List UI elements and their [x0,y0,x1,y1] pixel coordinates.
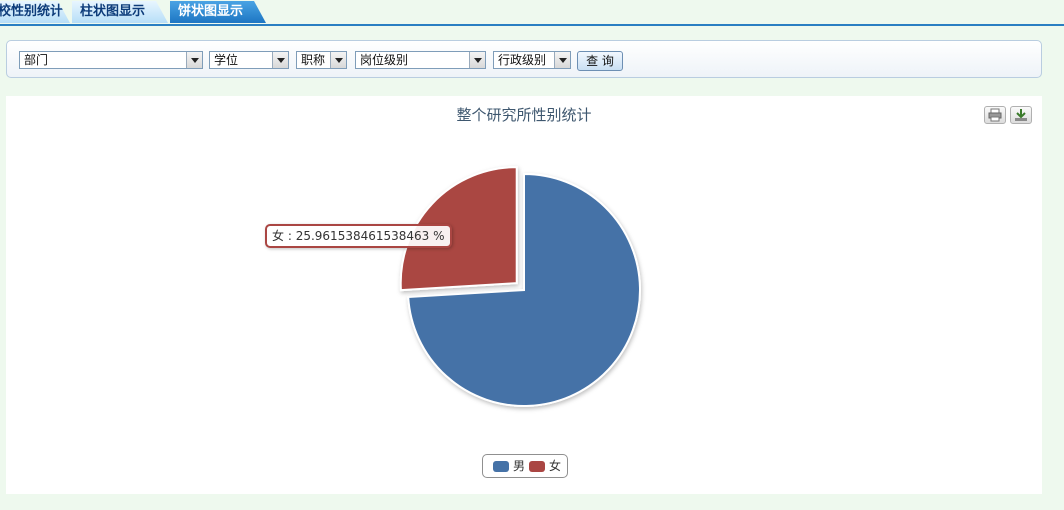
department-select[interactable]: 部门 [19,51,203,69]
tooltip-label: 女 [272,229,285,243]
tooltip-value: 25.961538461538463 % [295,229,445,243]
chevron-down-icon[interactable] [469,52,485,68]
pie-chart [399,166,641,407]
chart-panel: 整个研究所性别统计 女 : 25.961538461538463 % 男 女 [6,96,1042,494]
post-level-select[interactable]: 岗位级别 [355,51,486,69]
legend-swatch-male [493,461,509,472]
chevron-down-icon[interactable] [554,52,570,68]
degree-select[interactable]: 学位 [209,51,289,69]
tab-bar-chart[interactable]: 柱状图显示 [72,1,168,23]
tab-gender-stats[interactable]: 校性别统计 [0,1,70,23]
admin-level-select[interactable]: 行政级别 [493,51,571,69]
legend-item-female[interactable]: 女 [529,459,563,473]
tab-bar: 校性别统计 柱状图显示 饼状图显示 [0,0,1064,26]
admin-level-select-value: 行政级别 [498,53,547,67]
legend-swatch-female [529,461,545,472]
tooltip-separator: : [287,229,296,243]
tab-pie-chart[interactable]: 饼状图显示 [170,1,266,23]
legend-item-male[interactable]: 男 [493,459,527,473]
post-level-select-value: 岗位级别 [360,53,409,67]
title-select[interactable]: 职称 [296,51,347,69]
chevron-down-icon[interactable] [272,52,288,68]
legend-label-female: 女 [549,459,562,473]
chevron-down-icon[interactable] [186,52,202,68]
chevron-down-icon[interactable] [330,52,346,68]
degree-select-value: 学位 [214,53,239,67]
slice-tooltip: 女 : 25.961538461538463 % [265,224,452,248]
department-select-value: 部门 [24,53,49,67]
title-select-value: 职称 [301,53,326,67]
chart-legend: 男 女 [482,454,568,478]
filter-bar: 部门 学位 职称 岗位级别 行政级别 查 询 [6,40,1042,78]
legend-label-male: 男 [513,459,526,473]
query-button[interactable]: 查 询 [577,51,623,71]
